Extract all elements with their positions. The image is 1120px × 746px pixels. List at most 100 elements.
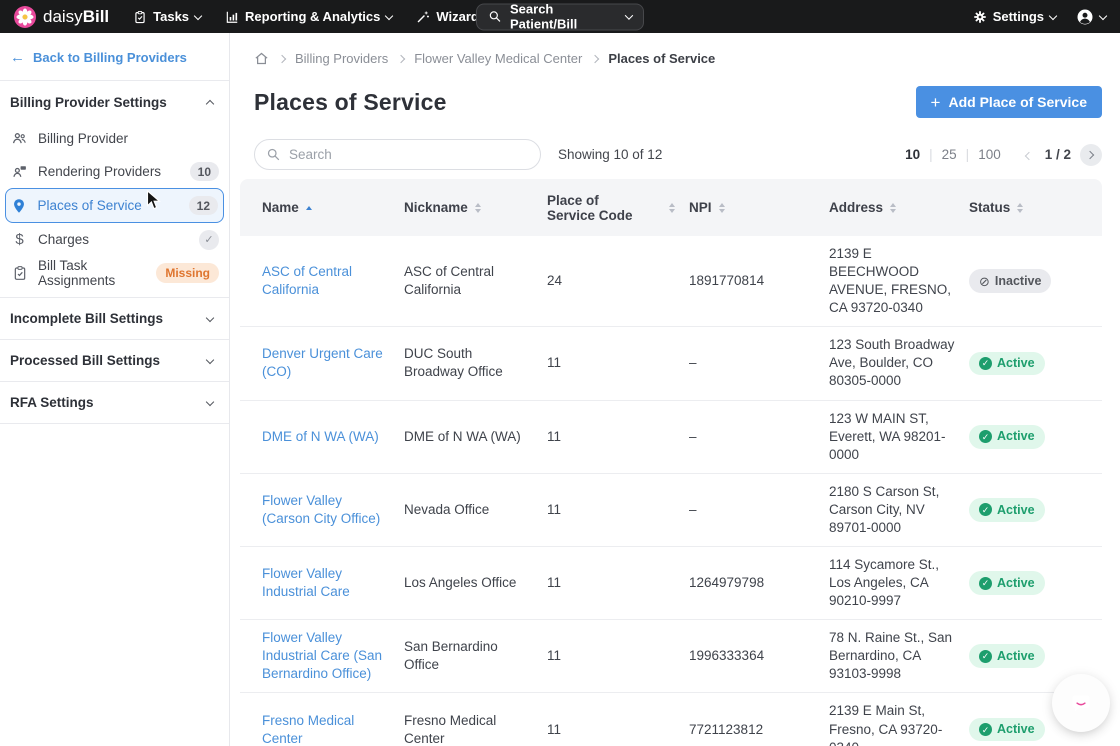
back-link-label: Back to Billing Providers (33, 50, 187, 65)
status-badge: ✓Active (969, 571, 1045, 595)
sidebar-item-places-of-service[interactable]: Places of Service 12 (5, 188, 224, 223)
column-header-npi[interactable]: NPI (689, 200, 829, 215)
main-panel: Billing Providers Flower Valley Medical … (230, 33, 1120, 746)
group-title: Billing Provider Settings (10, 95, 167, 110)
search-icon (488, 10, 502, 24)
column-label: Name (262, 200, 299, 215)
nav-settings[interactable]: Settings (973, 9, 1056, 24)
page-size-10[interactable]: 10 (905, 147, 920, 162)
search-wrap (254, 139, 541, 170)
place-name-link[interactable]: Flower Valley Industrial Care (San Berna… (262, 630, 382, 681)
table-row: DME of N WA (WA) DME of N WA (WA) 11 – 1… (240, 401, 1102, 474)
sidebar-item-label: Places of Service (38, 198, 180, 213)
nav-reporting[interactable]: Reporting & Analytics (225, 9, 392, 24)
user-menu[interactable] (1076, 8, 1106, 26)
chat-launcher-button[interactable] (1059, 681, 1103, 725)
column-label: Place of Service Code (547, 193, 643, 223)
processed-bill-settings-section: Processed Bill Settings (0, 339, 229, 381)
showing-count: Showing 10 of 12 (558, 147, 662, 162)
nickname-cell: DUC South Broadway Office (404, 336, 547, 390)
breadcrumb-billing-providers[interactable]: Billing Providers (295, 51, 388, 66)
place-name-link[interactable]: DME of N WA (WA) (262, 429, 379, 444)
place-name-link[interactable]: Fresno Medical Center (262, 713, 354, 746)
breadcrumb-current: Places of Service (608, 51, 715, 66)
pos-code-cell: 11 (547, 419, 689, 455)
pos-code-cell: 11 (547, 712, 689, 746)
column-header-status[interactable]: Status (969, 200, 1102, 215)
nav-right-group: Settings (973, 8, 1106, 26)
pagination: 10 | 25 | 100 1 / 2 (905, 143, 1102, 166)
back-arrow-icon: ← (10, 49, 25, 66)
check-icon: ✓ (979, 577, 992, 590)
column-header-address[interactable]: Address (829, 200, 969, 215)
place-name-link[interactable]: Flower Valley (Carson City Office) (262, 493, 380, 526)
add-place-of-service-button[interactable]: + Add Place of Service (916, 86, 1102, 118)
sidebar-group-processed-bill-settings[interactable]: Processed Bill Settings (0, 340, 229, 381)
address-cell: 123 South Broadway Ave, Boulder, CO 8030… (829, 327, 969, 399)
wand-icon (416, 10, 430, 24)
content-area: ← Back to Billing Providers Billing Prov… (0, 33, 1120, 746)
sidebar-group-billing-provider-settings[interactable]: Billing Provider Settings (0, 81, 229, 122)
sidebar: ← Back to Billing Providers Billing Prov… (0, 33, 230, 746)
prev-page-button[interactable] (1022, 143, 1036, 166)
search-patient-bill-button[interactable]: Search Patient/Bill (476, 3, 644, 30)
status-label: Active (997, 355, 1035, 372)
column-header-pos-code[interactable]: Place of Service Code (547, 193, 689, 223)
sidebar-group-incomplete-bill-settings[interactable]: Incomplete Bill Settings (0, 298, 229, 339)
sidebar-item-bill-task-assignments[interactable]: Bill Task Assignments Missing (0, 256, 229, 289)
npi-cell: 7721123812 (689, 712, 829, 746)
column-label: Nickname (404, 200, 468, 215)
page-indicator: 1 / 2 (1045, 147, 1071, 162)
nickname-cell: Los Angeles Office (404, 565, 547, 601)
column-header-name[interactable]: Name (262, 200, 404, 215)
incomplete-bill-settings-section: Incomplete Bill Settings (0, 297, 229, 339)
page-size-100[interactable]: 100 (978, 147, 1001, 162)
check-icon: ✓ (979, 430, 992, 443)
search-input[interactable] (254, 139, 541, 170)
chevron-down-icon (206, 313, 214, 321)
group-title: RFA Settings (10, 395, 94, 410)
chevron-down-icon (206, 397, 214, 405)
sidebar-item-billing-provider[interactable]: Billing Provider (0, 122, 229, 155)
chevron-left-icon (1024, 152, 1032, 160)
plus-icon: + (931, 94, 941, 111)
brand-name: daisyBill (43, 7, 109, 27)
billing-provider-settings-section: Billing Provider Settings Billing Provid… (0, 80, 229, 297)
pos-code-cell: 11 (547, 638, 689, 674)
status-label: Active (997, 648, 1035, 665)
back-to-billing-providers-link[interactable]: ← Back to Billing Providers (0, 33, 229, 80)
status-label: Active (997, 502, 1035, 519)
status-label: Active (997, 721, 1035, 738)
separator: | (929, 147, 933, 162)
clipboard-check-icon (10, 265, 29, 281)
chevron-right-icon (397, 54, 405, 62)
chat-bubble-icon (1070, 692, 1092, 714)
column-header-nickname[interactable]: Nickname (404, 200, 547, 215)
brand-logo[interactable]: daisyBill (14, 6, 109, 28)
table-row: Denver Urgent Care (CO) DUC South Broadw… (240, 327, 1102, 400)
page-size-25[interactable]: 25 (942, 147, 957, 162)
sidebar-item-charges[interactable]: $ Charges ✓ (0, 223, 229, 256)
npi-cell: – (689, 419, 829, 455)
column-label: Address (829, 200, 883, 215)
next-page-button[interactable] (1080, 144, 1102, 166)
check-icon: ✓ (979, 723, 992, 736)
user-avatar-icon (1076, 8, 1094, 26)
status-badge: ⊘Inactive (969, 269, 1051, 293)
home-icon[interactable] (254, 51, 269, 66)
breadcrumb-flower-valley-medical-center[interactable]: Flower Valley Medical Center (414, 51, 582, 66)
clipboard-icon (133, 10, 147, 24)
place-name-link[interactable]: ASC of Central California (262, 264, 352, 297)
count-badge: 10 (190, 162, 219, 181)
place-name-link[interactable]: Flower Valley Industrial Care (262, 566, 350, 599)
nav-tasks[interactable]: Tasks (133, 9, 201, 24)
status-badge: ✓Active (969, 352, 1045, 376)
npi-cell: 1996333364 (689, 638, 829, 674)
slash-circle-icon: ⊘ (979, 275, 990, 288)
sidebar-group-rfa-settings[interactable]: RFA Settings (0, 382, 229, 423)
place-name-link[interactable]: Denver Urgent Care (CO) (262, 346, 383, 379)
sort-icon (890, 203, 896, 213)
chevron-up-icon (206, 100, 214, 108)
sidebar-item-rendering-providers[interactable]: Rendering Providers 10 (0, 155, 229, 188)
status-badge: ✓ Active (969, 718, 1045, 742)
